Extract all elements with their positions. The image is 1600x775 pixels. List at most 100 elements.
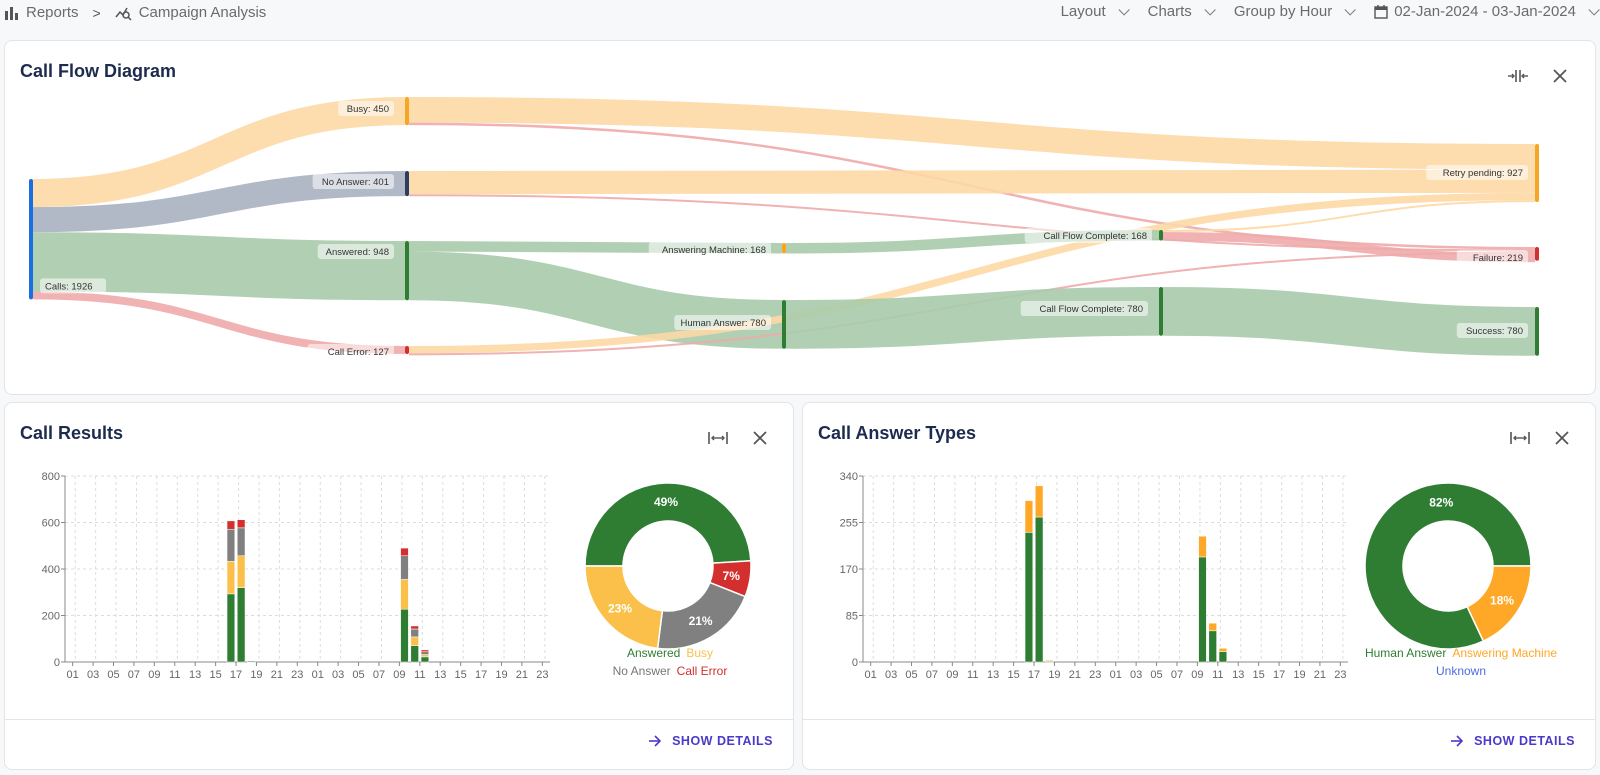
x-tick-label: 05 bbox=[1150, 669, 1162, 681]
legend-call-error[interactable]: Call Error bbox=[677, 664, 728, 678]
bar-call-error-10[interactable] bbox=[410, 625, 419, 630]
svg-text:Success: 780: Success: 780 bbox=[1466, 326, 1523, 337]
bar-answering-machine-16[interactable] bbox=[1024, 500, 1034, 533]
bar-answering-machine-10[interactable] bbox=[1208, 622, 1217, 632]
call-answer-types-card: Call Answer Types 0 85 170 255 340 01 03 05 07 09… bbox=[802, 402, 1596, 770]
bar-no-answer-17[interactable] bbox=[237, 527, 246, 556]
legend-busy[interactable]: Busy bbox=[686, 646, 713, 660]
bar-no-answer-11[interactable] bbox=[420, 651, 430, 655]
bar-no-answer-16[interactable] bbox=[226, 528, 236, 562]
bar-busy-16[interactable] bbox=[226, 561, 236, 595]
legend-answered[interactable]: Answered bbox=[627, 646, 680, 660]
call-results-donut-chart: 49% 7% 21% 23% bbox=[584, 482, 752, 650]
charts-dropdown[interactable]: Charts bbox=[1147, 3, 1216, 20]
bar-call-error-16[interactable] bbox=[226, 520, 236, 530]
bar-answered-11[interactable] bbox=[420, 656, 430, 663]
legend-unknown[interactable]: Unknown bbox=[1436, 664, 1486, 678]
chevron-down-icon bbox=[1204, 3, 1216, 16]
x-tick-label: 11 bbox=[169, 669, 180, 681]
bar-answering-machine-17[interactable] bbox=[1035, 485, 1044, 518]
legend-human-answer[interactable]: Human Answer bbox=[1365, 646, 1446, 660]
bar-busy-17[interactable] bbox=[237, 555, 246, 588]
legend-answering-machine[interactable]: Answering Machine bbox=[1452, 646, 1557, 660]
x-tick-label: 07 bbox=[926, 669, 938, 681]
donut-percent-label: 21% bbox=[689, 614, 713, 628]
toolbar: Layout Charts Group by Hour 02-Jan-2024 … bbox=[1039, 3, 1600, 20]
charts-label: Charts bbox=[1147, 3, 1192, 20]
bar-answering-machine-09[interactable] bbox=[1198, 535, 1207, 558]
chevron-down-icon bbox=[1118, 3, 1130, 16]
bar-answered-09[interactable] bbox=[400, 608, 409, 663]
bar-call-error-17[interactable] bbox=[237, 519, 246, 529]
close-button[interactable] bbox=[1551, 427, 1573, 449]
x-tick-label: 07 bbox=[128, 669, 140, 681]
bar-busy-11[interactable] bbox=[420, 654, 430, 658]
sankey-node-failure[interactable] bbox=[1535, 247, 1539, 261]
grid bbox=[65, 475, 550, 663]
bar-answering-machine-11[interactable] bbox=[1218, 648, 1228, 652]
sankey-node-busy[interactable] bbox=[405, 97, 409, 126]
sankey-link-noanswer-retry[interactable] bbox=[408, 169, 1536, 195]
legend-no-answer[interactable]: No Answer bbox=[613, 664, 671, 678]
layout-dropdown[interactable]: Layout bbox=[1061, 3, 1130, 20]
show-details-button[interactable]: SHOW DETAILS bbox=[1450, 734, 1575, 748]
bar-no-answer-10[interactable] bbox=[410, 628, 419, 638]
x-tick-label: 23 bbox=[1089, 669, 1101, 681]
x-tick-label: 11 bbox=[414, 669, 425, 681]
svg-text:Call Error: 127: Call Error: 127 bbox=[328, 347, 389, 358]
bar-human-answer-09[interactable] bbox=[1198, 556, 1207, 663]
bar-call-error-09[interactable] bbox=[400, 547, 409, 556]
sankey-node-callerror[interactable] bbox=[405, 346, 409, 354]
sankey-node-am[interactable] bbox=[782, 243, 786, 254]
expand-width-button[interactable] bbox=[707, 427, 729, 449]
bar-human-answer-11[interactable] bbox=[1218, 651, 1228, 663]
date-range-picker[interactable]: 02-Jan-2024 - 03-Jan-2024 bbox=[1374, 3, 1600, 20]
sankey-link-calls-callerror[interactable] bbox=[32, 291, 406, 354]
breadcrumb-separator: > bbox=[92, 4, 101, 21]
svg-text:Call Flow Complete: 780: Call Flow Complete: 780 bbox=[1040, 304, 1144, 315]
x-tick-label: 03 bbox=[87, 669, 99, 681]
x-tick-label: 01 bbox=[312, 669, 324, 681]
sankey-node-human[interactable] bbox=[782, 300, 786, 349]
close-button[interactable] bbox=[749, 427, 771, 449]
group-by-dropdown[interactable]: Group by Hour bbox=[1234, 3, 1356, 20]
y-tick-label: 800 bbox=[42, 471, 60, 483]
bar-no-answer-09[interactable] bbox=[400, 555, 409, 580]
bar-human-answer-17[interactable] bbox=[1035, 516, 1044, 663]
bar-answered-16[interactable] bbox=[226, 593, 236, 663]
x-tick-label: 15 bbox=[455, 669, 467, 681]
sankey-link-calls-answered[interactable] bbox=[32, 232, 406, 301]
sankey-node-cfc168[interactable] bbox=[1159, 230, 1163, 241]
trend-search-icon bbox=[115, 7, 132, 21]
svg-text:Retry pending: 927: Retry pending: 927 bbox=[1443, 168, 1523, 179]
sankey-node-answered[interactable] bbox=[405, 241, 409, 301]
sankey-node-noanswer[interactable] bbox=[405, 171, 409, 197]
sankey-node-success[interactable] bbox=[1535, 307, 1539, 356]
y-tick-label: 200 bbox=[42, 611, 60, 623]
bar-answered-18[interactable] bbox=[247, 661, 256, 663]
sankey-link-busy-retry[interactable] bbox=[408, 97, 1536, 170]
expand-width-button[interactable] bbox=[1509, 427, 1531, 449]
arrow-right-icon bbox=[1451, 735, 1464, 747]
bar-answering-machine-18[interactable] bbox=[1045, 660, 1054, 662]
sankey-node-calls[interactable] bbox=[29, 179, 33, 300]
breadcrumb-reports[interactable]: Reports bbox=[26, 4, 79, 21]
bar-answered-10[interactable] bbox=[410, 645, 419, 663]
calendar-icon bbox=[1374, 5, 1388, 19]
show-details-button[interactable]: SHOW DETAILS bbox=[648, 734, 773, 748]
bar-call-error-11[interactable] bbox=[420, 649, 430, 653]
bar-busy-09[interactable] bbox=[400, 579, 409, 610]
bar-human-answer-16[interactable] bbox=[1024, 532, 1034, 663]
svg-text:Human Answer: 780: Human Answer: 780 bbox=[680, 318, 766, 329]
x-tick-label: 21 bbox=[1069, 669, 1081, 681]
y-tick-label: 170 bbox=[840, 564, 858, 576]
bar-human-answer-10[interactable] bbox=[1208, 630, 1217, 663]
x-tick-label: 05 bbox=[107, 669, 119, 681]
donut-percent-label: 7% bbox=[723, 569, 741, 583]
x-tick-label: 05 bbox=[352, 669, 364, 681]
x-tick-label: 17 bbox=[230, 669, 242, 681]
sankey-node-cfc780[interactable] bbox=[1159, 287, 1163, 336]
bar-answered-17[interactable] bbox=[237, 587, 246, 663]
bar-busy-10[interactable] bbox=[410, 636, 419, 646]
sankey-node-retry[interactable] bbox=[1535, 144, 1539, 202]
